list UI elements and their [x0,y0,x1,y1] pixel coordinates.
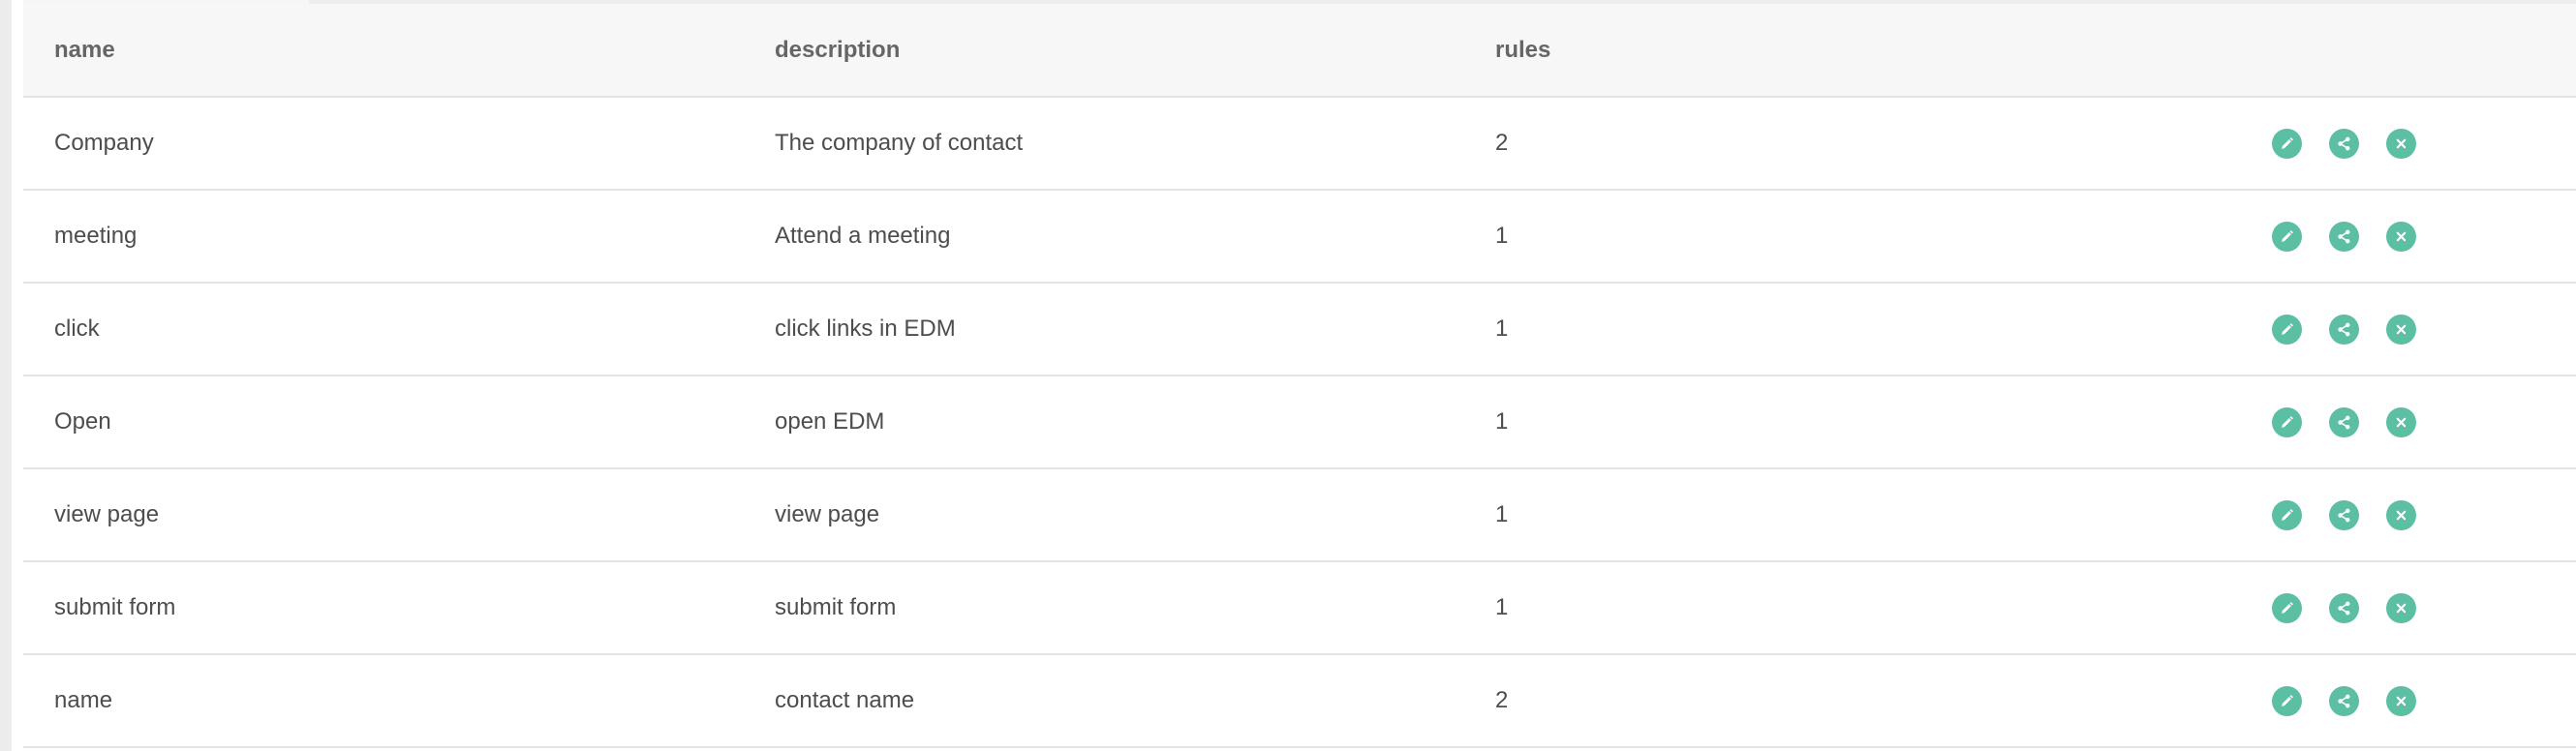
delete-button[interactable] [2386,221,2416,252]
cell-description: view page [775,501,880,527]
share-button[interactable] [2329,406,2359,437]
cell-name: Open [54,408,111,435]
cell-rules: 1 [1495,501,1509,527]
pencil-edit-icon [2279,135,2295,152]
table-header: name description rules [23,4,2576,97]
cell-rules: 1 [1495,408,1509,435]
share-button[interactable] [2329,221,2359,252]
cell-actions [2272,561,2576,654]
table-body: Company The company of contact 2 meeting… [23,97,2576,747]
cell-rules: 1 [1495,594,1509,620]
close-delete-icon [2393,321,2409,338]
delete-button[interactable] [2386,499,2416,530]
share-button[interactable] [2329,685,2359,716]
share-icon [2336,693,2352,709]
delete-button[interactable] [2386,314,2416,345]
cell-actions [2272,468,2576,561]
edit-button[interactable] [2272,128,2302,159]
share-icon [2336,600,2352,616]
cell-name: meeting [54,223,138,249]
cell-actions [2272,376,2576,468]
cell-name: Company [54,130,154,156]
edit-button[interactable] [2272,685,2302,716]
row-actions [2272,499,2576,530]
cell-actions [2272,654,2576,747]
row-actions [2272,406,2576,437]
cell-actions [2272,190,2576,283]
row-actions [2272,685,2576,716]
cell-rules: 1 [1495,315,1509,342]
pencil-edit-icon [2279,228,2295,245]
cell-rules: 1 [1495,223,1509,249]
table-row: click click links in EDM 1 [23,283,2576,376]
cell-name: name [54,687,113,713]
pencil-edit-icon [2279,321,2295,338]
cell-rules: 2 [1495,130,1509,156]
row-actions [2272,592,2576,623]
close-delete-icon [2393,600,2409,616]
share-icon [2336,414,2352,431]
share-icon [2336,135,2352,152]
edit-button[interactable] [2272,499,2302,530]
edit-button[interactable] [2272,406,2302,437]
column-header-actions [2272,4,2576,97]
share-button[interactable] [2329,592,2359,623]
delete-button[interactable] [2386,685,2416,716]
cell-rules: 2 [1495,687,1509,713]
column-header-name[interactable]: name [23,4,744,97]
cell-actions [2272,283,2576,376]
row-actions [2272,221,2576,252]
delete-button[interactable] [2386,406,2416,437]
tags-table: name description rules Company The compa… [23,4,2576,748]
cell-description: The company of contact [775,130,1024,156]
close-delete-icon [2393,507,2409,524]
cell-description: Attend a meeting [775,223,951,249]
close-delete-icon [2393,414,2409,431]
share-icon [2336,507,2352,524]
page-frame: name description rules Company The compa… [0,0,2576,751]
cell-actions [2272,97,2576,190]
share-icon [2336,228,2352,245]
edit-button[interactable] [2272,314,2302,345]
share-button[interactable] [2329,128,2359,159]
pencil-edit-icon [2279,414,2295,431]
close-delete-icon [2393,228,2409,245]
delete-button[interactable] [2386,592,2416,623]
cell-name: view page [54,501,160,527]
column-header-description[interactable]: description [744,4,1464,97]
cell-description: contact name [775,687,915,713]
table-row: submit form submit form 1 [23,561,2576,654]
pencil-edit-icon [2279,693,2295,709]
table-header-row: name description rules [23,4,2576,97]
table-row: meeting Attend a meeting 1 [23,190,2576,283]
cell-description: submit form [775,594,897,620]
edit-button[interactable] [2272,221,2302,252]
row-actions [2272,128,2576,159]
cell-description: click links in EDM [775,315,956,342]
table-row: view page view page 1 [23,468,2576,561]
table-row: name contact name 2 [23,654,2576,747]
cell-description: open EDM [775,408,885,435]
share-button[interactable] [2329,499,2359,530]
cell-name: submit form [54,594,176,620]
column-header-rules[interactable]: rules [1464,4,2272,97]
pencil-edit-icon [2279,507,2295,524]
table-row: Company The company of contact 2 [23,97,2576,190]
share-button[interactable] [2329,314,2359,345]
table-row: Open open EDM 1 [23,376,2576,468]
close-delete-icon [2393,693,2409,709]
share-icon [2336,321,2352,338]
edit-button[interactable] [2272,592,2302,623]
close-delete-icon [2393,135,2409,152]
row-actions [2272,314,2576,345]
delete-button[interactable] [2386,128,2416,159]
cell-name: click [54,315,100,342]
pencil-edit-icon [2279,600,2295,616]
